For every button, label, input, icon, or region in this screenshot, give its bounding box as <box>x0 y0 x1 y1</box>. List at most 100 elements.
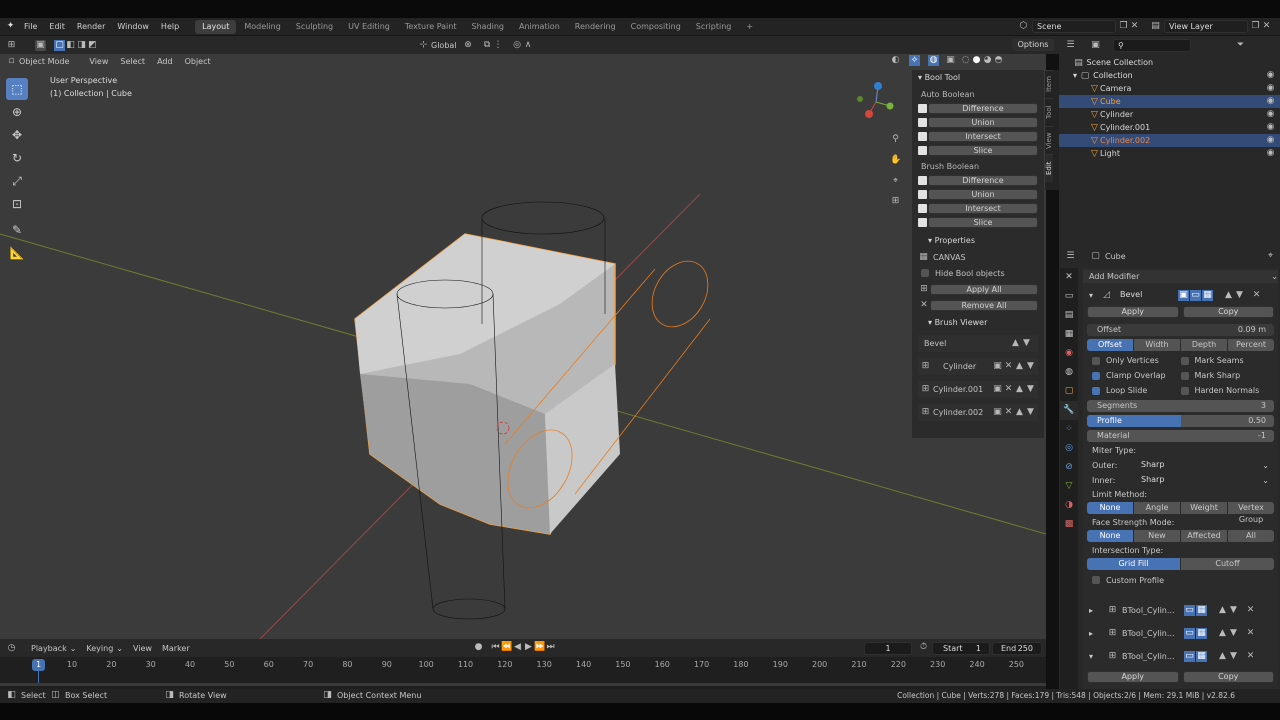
3d-viewport[interactable]: User Perspective (1) Collection | Cube ⚲… <box>0 54 1046 639</box>
viewport-display-icon[interactable]: ▭ <box>1184 628 1196 639</box>
add-workspace-button[interactable]: + <box>739 20 760 34</box>
viewport-display-icon[interactable]: ▭ <box>1184 651 1196 662</box>
move-tool-icon[interactable]: ✥ <box>6 124 28 146</box>
edit-mode-icon[interactable]: ▣ <box>1178 290 1190 301</box>
visibility-icon[interactable]: ◐ <box>890 55 901 66</box>
data-tab-icon[interactable]: ▽ <box>1060 477 1078 496</box>
hide-bool-checkbox[interactable] <box>921 269 929 277</box>
brush-display-icon[interactable]: ▣ <box>992 361 1003 372</box>
brush-up-icon[interactable]: ▲ <box>1014 407 1025 418</box>
menu-help[interactable]: Help <box>155 18 185 36</box>
overlay-toggle-icon[interactable]: ◍ <box>928 55 939 66</box>
eye-icon[interactable]: ◉ <box>1265 148 1276 159</box>
texture-tab-icon[interactable]: ▩ <box>1060 515 1078 534</box>
shading-material-icon[interactable]: ◕ <box>982 55 993 66</box>
outliner-editor-icon[interactable]: ☰ <box>1065 40 1076 51</box>
end-frame-field[interactable]: End 250 <box>992 642 1042 655</box>
collapse-icon[interactable]: ▾ <box>1089 291 1093 300</box>
tab-layout[interactable]: Layout <box>195 19 237 34</box>
delete-modifier-icon[interactable]: ✕ <box>1245 651 1256 662</box>
intersection-grid-fill[interactable]: Grid Fill <box>1087 558 1181 570</box>
timeline-menu-marker[interactable]: Marker <box>162 644 190 653</box>
tab-item[interactable]: Item <box>1045 70 1053 98</box>
snap-icon[interactable]: ⧉ <box>482 40 493 51</box>
tab-shading[interactable]: Shading <box>464 20 511 34</box>
mode-new-icon[interactable]: ▢ <box>54 39 65 51</box>
outliner-search-input[interactable]: ⚲ <box>1113 38 1191 52</box>
record-icon[interactable]: ● <box>473 642 484 653</box>
collection-row[interactable]: ▾ ▢ Collection ◉ <box>1059 69 1280 82</box>
move-down-icon[interactable]: ▼ <box>1234 290 1245 301</box>
output-tab-icon[interactable]: ▤ <box>1060 306 1078 325</box>
apply-button-2[interactable]: Apply <box>1087 671 1179 683</box>
brush-row[interactable]: ⊞ Cylinder ▣ ✕ ▲ ▼ <box>918 358 1038 375</box>
properties-editor-icon[interactable]: ☰ <box>1065 251 1076 262</box>
material-field[interactable]: Material -1 <box>1087 430 1274 442</box>
eye-icon[interactable]: ◉ <box>1265 96 1276 107</box>
menu-render[interactable]: Render <box>71 18 111 36</box>
proportional-icon[interactable]: ◎ <box>512 40 523 51</box>
inner-select[interactable]: Sharp <box>1137 473 1263 487</box>
grid-toggle-icon[interactable]: ⊞ <box>890 196 901 207</box>
physics-tab-icon[interactable]: ◎ <box>1060 439 1078 458</box>
next-key-icon[interactable]: ⏩ <box>534 642 545 653</box>
delete-modifier-icon[interactable]: ✕ <box>1245 605 1256 616</box>
face-new[interactable]: New <box>1134 530 1181 542</box>
editor-type-icon[interactable]: ⊞ <box>6 40 17 51</box>
apply-button[interactable]: Apply <box>1087 306 1179 318</box>
width-type-percent[interactable]: Percent <box>1228 339 1274 351</box>
render-display-icon[interactable]: ▦ <box>1202 290 1214 301</box>
limit-vertex-group[interactable]: Vertex Group <box>1228 502 1274 524</box>
select-box-tool-icon[interactable]: ▣ <box>35 39 46 51</box>
eye-icon[interactable]: ◉ <box>1265 135 1276 146</box>
auto-union-button[interactable]: Union <box>928 117 1038 128</box>
snap-target-icon[interactable]: ⋮ <box>493 40 504 51</box>
move-down-icon[interactable]: ▼ <box>1021 338 1032 349</box>
orientation-select[interactable]: Global <box>431 41 457 50</box>
copy-button-2[interactable]: Copy <box>1182 671 1274 683</box>
custom-profile-checkbox[interactable] <box>1092 576 1100 584</box>
bevel-row[interactable]: Bevel ▲ ▼ <box>918 335 1038 352</box>
clock-icon[interactable]: ⏱ <box>918 642 929 653</box>
particles-tab-icon[interactable]: ⁘ <box>1060 420 1078 439</box>
select-tool-icon[interactable]: ⬚ <box>6 78 28 100</box>
object-tab-icon[interactable]: ▢ <box>1060 382 1078 401</box>
brush-intersect-button[interactable]: Intersect <box>928 203 1038 214</box>
move-up-icon[interactable]: ▲ <box>1217 628 1228 639</box>
width-type-width[interactable]: Width <box>1134 339 1181 351</box>
expand-icon[interactable]: ▾ <box>1089 652 1093 661</box>
move-down-icon[interactable]: ▼ <box>1228 628 1239 639</box>
modifier-name-field[interactable]: Bevel <box>1116 289 1163 302</box>
viewport-display-icon[interactable]: ▭ <box>1184 605 1196 616</box>
outliner-item[interactable]: ▽ Cylinder.001 ◉ <box>1059 121 1280 134</box>
outer-select[interactable]: Sharp <box>1137 458 1263 472</box>
mode-subtract-icon[interactable]: ◨ <box>76 40 87 51</box>
brush-display-icon[interactable]: ▣ <box>992 384 1003 395</box>
outliner-item[interactable]: ▽ Camera ◉ <box>1059 82 1280 95</box>
timeline-menu-playback[interactable]: Playback <box>31 644 67 653</box>
mark-seams-checkbox[interactable] <box>1180 356 1189 365</box>
playhead[interactable]: 1 <box>32 659 45 671</box>
pin-icon[interactable]: ⌖ <box>1265 251 1276 262</box>
scene-tab-icon[interactable]: ◉ <box>1060 344 1078 363</box>
move-up-icon[interactable]: ▲ <box>1217 651 1228 662</box>
render-display-icon[interactable]: ▦ <box>1196 651 1208 662</box>
world-tab-icon[interactable]: ◍ <box>1060 363 1078 382</box>
modifier-tab-icon[interactable]: 🔧 <box>1060 401 1078 420</box>
brush-difference-button[interactable]: Difference <box>928 175 1038 186</box>
close-layer-icon[interactable]: ✕ <box>1261 21 1272 32</box>
render-tab-icon[interactable]: ▭ <box>1060 287 1078 306</box>
timeline-scrollbar[interactable] <box>0 683 1046 686</box>
pivot-icon[interactable]: ⊗ <box>463 40 474 51</box>
rotate-tool-icon[interactable]: ↻ <box>6 147 28 169</box>
brush-display-icon[interactable]: ▣ <box>992 407 1003 418</box>
brush-remove-icon[interactable]: ✕ <box>1003 384 1014 395</box>
brush-remove-icon[interactable]: ✕ <box>1003 361 1014 372</box>
display-mode-icon[interactable]: ▣ <box>1090 40 1101 51</box>
face-affected[interactable]: Affected <box>1181 530 1228 542</box>
copy-layer-icon[interactable]: ❐ <box>1250 21 1261 32</box>
auto-slice-button[interactable]: Slice <box>928 145 1038 156</box>
scale-tool-icon[interactable]: ⤢ <box>6 170 28 192</box>
tab-compositing[interactable]: Compositing <box>624 20 688 34</box>
offset-field[interactable]: Offset 0.09 m <box>1087 324 1274 336</box>
